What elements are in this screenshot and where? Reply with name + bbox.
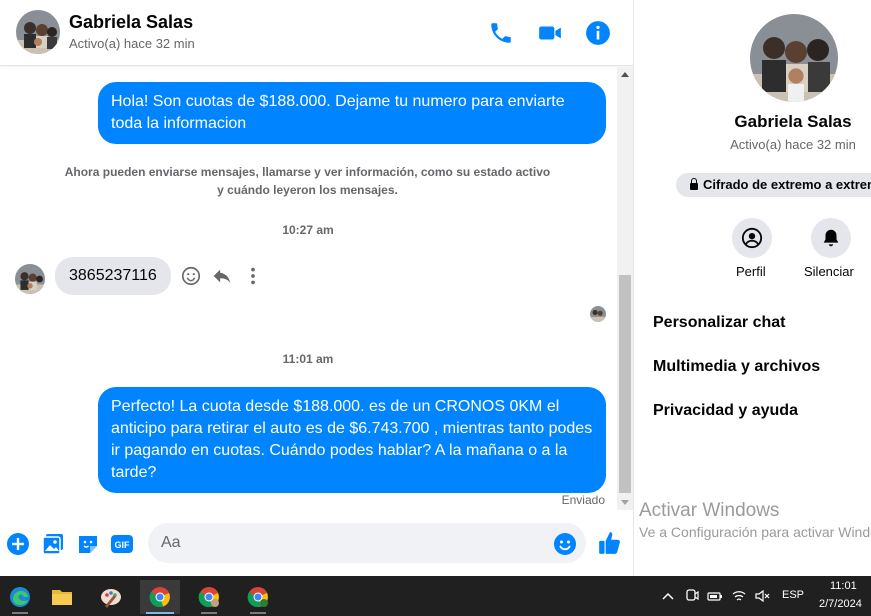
contact-avatar[interactable] (16, 10, 60, 54)
contact-status: Activo(a) hace 32 min (69, 36, 195, 51)
activation-watermark-subtitle: Ve a Configuración para activar Windows. (639, 524, 871, 540)
profile-button-label: Perfil (736, 264, 766, 279)
profile-button[interactable] (732, 218, 772, 258)
svg-text:GIF: GIF (115, 540, 131, 550)
meet-now-icon[interactable] (684, 588, 700, 604)
more-options-icon[interactable] (242, 265, 264, 287)
timestamp: 10:27 am (282, 223, 334, 237)
clock-time[interactable]: 11:01 (830, 580, 857, 592)
battery-icon[interactable] (707, 588, 723, 604)
like-thumb-icon[interactable] (597, 530, 623, 556)
chrome-icon (198, 587, 219, 608)
sticker-icon[interactable] (76, 532, 100, 556)
photo-icon[interactable] (41, 532, 65, 556)
gif-icon[interactable]: GIF (110, 532, 134, 556)
folder-icon (52, 590, 72, 605)
chrome-taskbar-button-active[interactable] (140, 580, 180, 614)
profile-status: Activo(a) hace 32 min (730, 137, 856, 152)
encryption-label: Cifrado de extremo a extremo (703, 177, 871, 192)
scroll-thumb[interactable] (619, 275, 631, 493)
contact-name[interactable]: Gabriela Salas (69, 12, 193, 33)
plus-icon[interactable] (6, 532, 30, 556)
message-composer: GIF (0, 512, 633, 576)
sent-status: Enviado (561, 493, 605, 507)
lock-icon (690, 178, 698, 190)
speaker-muted-icon[interactable] (754, 588, 770, 604)
profile-avatar[interactable] (750, 14, 838, 102)
chat-header: Gabriela Salas Activo(a) hace 32 min (0, 0, 633, 66)
sender-avatar[interactable] (15, 264, 45, 294)
message-list: Hola! Son cuotas de $188.000. Dejame tu … (0, 67, 616, 510)
system-notice: Ahora pueden enviarse mensajes, llamarse… (64, 165, 551, 197)
edge-icon (10, 587, 30, 607)
mute-button-label: Silenciar (804, 264, 854, 279)
outgoing-message[interactable]: Perfecto! La cuota desde $188.000. es de… (98, 387, 606, 493)
incoming-message[interactable]: 3865237116 (55, 257, 171, 295)
paint-taskbar-button[interactable] (91, 580, 131, 614)
side-item-customize-chat[interactable]: Personalizar chat (653, 314, 786, 332)
info-icon[interactable] (585, 20, 611, 46)
outgoing-message[interactable]: Hola! Son cuotas de $188.000. Dejame tu … (98, 82, 606, 144)
language-indicator[interactable]: ESP (782, 589, 804, 601)
messenger-window: Gabriela Salas Activo(a) hace 32 min Hol… (0, 0, 871, 576)
activation-watermark-title: Activar Windows (639, 500, 780, 521)
wifi-icon[interactable] (731, 588, 747, 604)
bell-icon (823, 229, 839, 247)
side-item-privacy-help[interactable]: Privacidad y ayuda (653, 402, 798, 420)
mute-button[interactable] (811, 218, 851, 258)
clock-date[interactable]: 2/7/2024 (819, 598, 862, 610)
chrome-profile-t-taskbar-button[interactable] (238, 580, 278, 614)
encryption-badge[interactable]: Cifrado de extremo a extremo (676, 173, 871, 197)
chrome-icon (149, 587, 170, 608)
chrome-profile-taskbar-button[interactable] (189, 580, 229, 614)
paint-palette-icon (101, 589, 121, 608)
file-explorer-taskbar-button[interactable] (42, 580, 82, 614)
reply-icon[interactable] (211, 265, 233, 287)
video-call-icon[interactable] (537, 20, 563, 46)
message-input[interactable] (148, 523, 586, 563)
chrome-icon (247, 587, 268, 608)
timestamp: 11:01 am (282, 352, 334, 366)
message-scrollbar[interactable] (617, 67, 633, 510)
seen-indicator-avatar (590, 306, 606, 322)
windows-taskbar: ESP 11:01 2/7/2024 (0, 576, 871, 616)
profile-name: Gabriela Salas (734, 112, 852, 131)
emoji-icon[interactable] (553, 532, 577, 556)
profile-icon (741, 227, 763, 249)
scroll-up-arrow-icon[interactable] (621, 72, 629, 77)
react-emoji-icon[interactable] (180, 265, 202, 287)
edge-taskbar-button[interactable] (0, 580, 40, 614)
scroll-down-arrow-icon[interactable] (621, 500, 629, 505)
phone-icon[interactable] (488, 20, 514, 46)
chevron-up-icon[interactable] (660, 588, 676, 604)
conversation-details-panel: Gabriela Salas Activo(a) hace 32 min Cif… (633, 0, 871, 576)
side-item-media-files[interactable]: Multimedia y archivos (653, 358, 820, 376)
